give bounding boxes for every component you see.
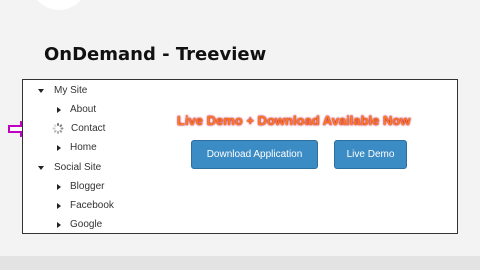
collapsed-arrow-icon[interactable] [57, 144, 61, 151]
decorative-circle [30, 0, 88, 10]
tree-node-social-site[interactable]: Social Site [38, 162, 101, 173]
expanded-arrow-icon[interactable] [38, 88, 44, 93]
tree-node-contact[interactable]: Contact [52, 123, 105, 134]
tree-node-my-site[interactable]: My Site [38, 85, 87, 96]
tree-node-blogger[interactable]: Blogger [57, 181, 104, 192]
collapsed-arrow-icon[interactable] [57, 202, 61, 209]
tree-node-about[interactable]: About [57, 104, 96, 115]
demo-panel: My Site About Contact Home Social Site B… [22, 79, 458, 234]
tree-node-home[interactable]: Home [57, 142, 97, 153]
tree-node-label: About [70, 104, 97, 115]
tree-node-google[interactable]: Google [57, 219, 102, 230]
collapsed-arrow-icon[interactable] [57, 106, 61, 113]
promo-banner: Live Demo + Download Available Now [177, 113, 411, 128]
collapsed-arrow-icon[interactable] [57, 183, 61, 190]
loading-spinner-icon [52, 123, 63, 134]
download-application-button[interactable]: Download Application [191, 140, 318, 169]
slide: OnDemand - Treeview My Site About Contac… [0, 0, 480, 256]
expanded-arrow-icon[interactable] [38, 165, 44, 170]
tree-node-label: Contact [71, 123, 106, 134]
tree-node-label: Blogger [70, 181, 105, 192]
collapsed-arrow-icon[interactable] [57, 221, 61, 228]
tree-node-label: Social Site [54, 162, 102, 173]
bottom-band [0, 256, 480, 270]
tree-node-label: Google [70, 219, 103, 230]
live-demo-button[interactable]: Live Demo [334, 140, 407, 169]
tree-node-facebook[interactable]: Facebook [57, 200, 114, 211]
tree-node-label: Facebook [70, 200, 114, 211]
tree-node-label: Home [70, 142, 97, 153]
page-title: OnDemand - Treeview [44, 44, 267, 65]
tree-node-label: My Site [54, 85, 88, 96]
